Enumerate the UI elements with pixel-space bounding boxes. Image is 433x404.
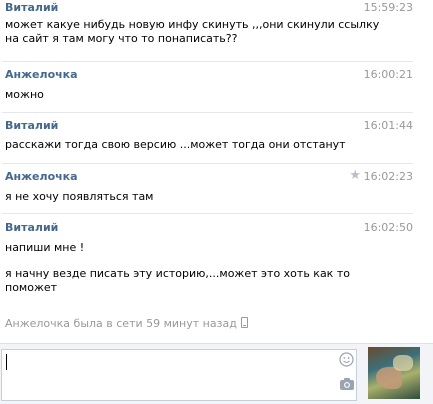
message-input[interactable]	[1, 349, 357, 401]
online-status-text: Анжелочка была в сети 59 минут назад	[5, 317, 237, 330]
message-separator	[2, 213, 413, 214]
avatar[interactable]	[368, 347, 420, 399]
online-status: Анжелочка была в сети 59 минут назад	[5, 317, 248, 330]
message-author[interactable]: Анжелочка	[5, 170, 78, 183]
message-author[interactable]: Виталий	[5, 221, 58, 234]
message-author[interactable]: Анжелочка	[5, 68, 78, 81]
avatar-highlight	[393, 355, 413, 371]
message-time[interactable]: 16:02:23	[364, 170, 413, 183]
message-text: расскажи тогда свою версию ...может тогд…	[5, 138, 346, 151]
message-text: я начну везде писать эту историю,...може…	[5, 267, 350, 294]
message-history: Виталий 15:59:23 может какуе нибудь нову…	[0, 0, 433, 343]
message-text: напиши мне !	[5, 241, 85, 254]
message-text: можно	[5, 88, 44, 101]
message-separator	[2, 163, 413, 164]
message-author[interactable]: Виталий	[5, 119, 58, 132]
message-author[interactable]: Виталий	[5, 1, 58, 14]
message-separator	[2, 112, 413, 113]
message-time[interactable]: 15:59:23	[364, 1, 413, 14]
star-icon[interactable]: ★	[349, 168, 361, 183]
message-text: я не хочу появляться там	[5, 190, 154, 203]
text-cursor	[6, 354, 7, 370]
message-time[interactable]: 16:02:50	[364, 221, 413, 234]
message-time[interactable]: 16:01:44	[364, 119, 413, 132]
message-separator	[2, 61, 413, 62]
message-text: может какуе нибудь новую инфу скинуть ,,…	[5, 18, 380, 45]
smile-icon[interactable]	[339, 352, 354, 367]
mobile-phone-icon	[240, 317, 248, 328]
message-time[interactable]: 16:00:21	[364, 68, 413, 81]
camera-icon[interactable]	[339, 377, 355, 391]
